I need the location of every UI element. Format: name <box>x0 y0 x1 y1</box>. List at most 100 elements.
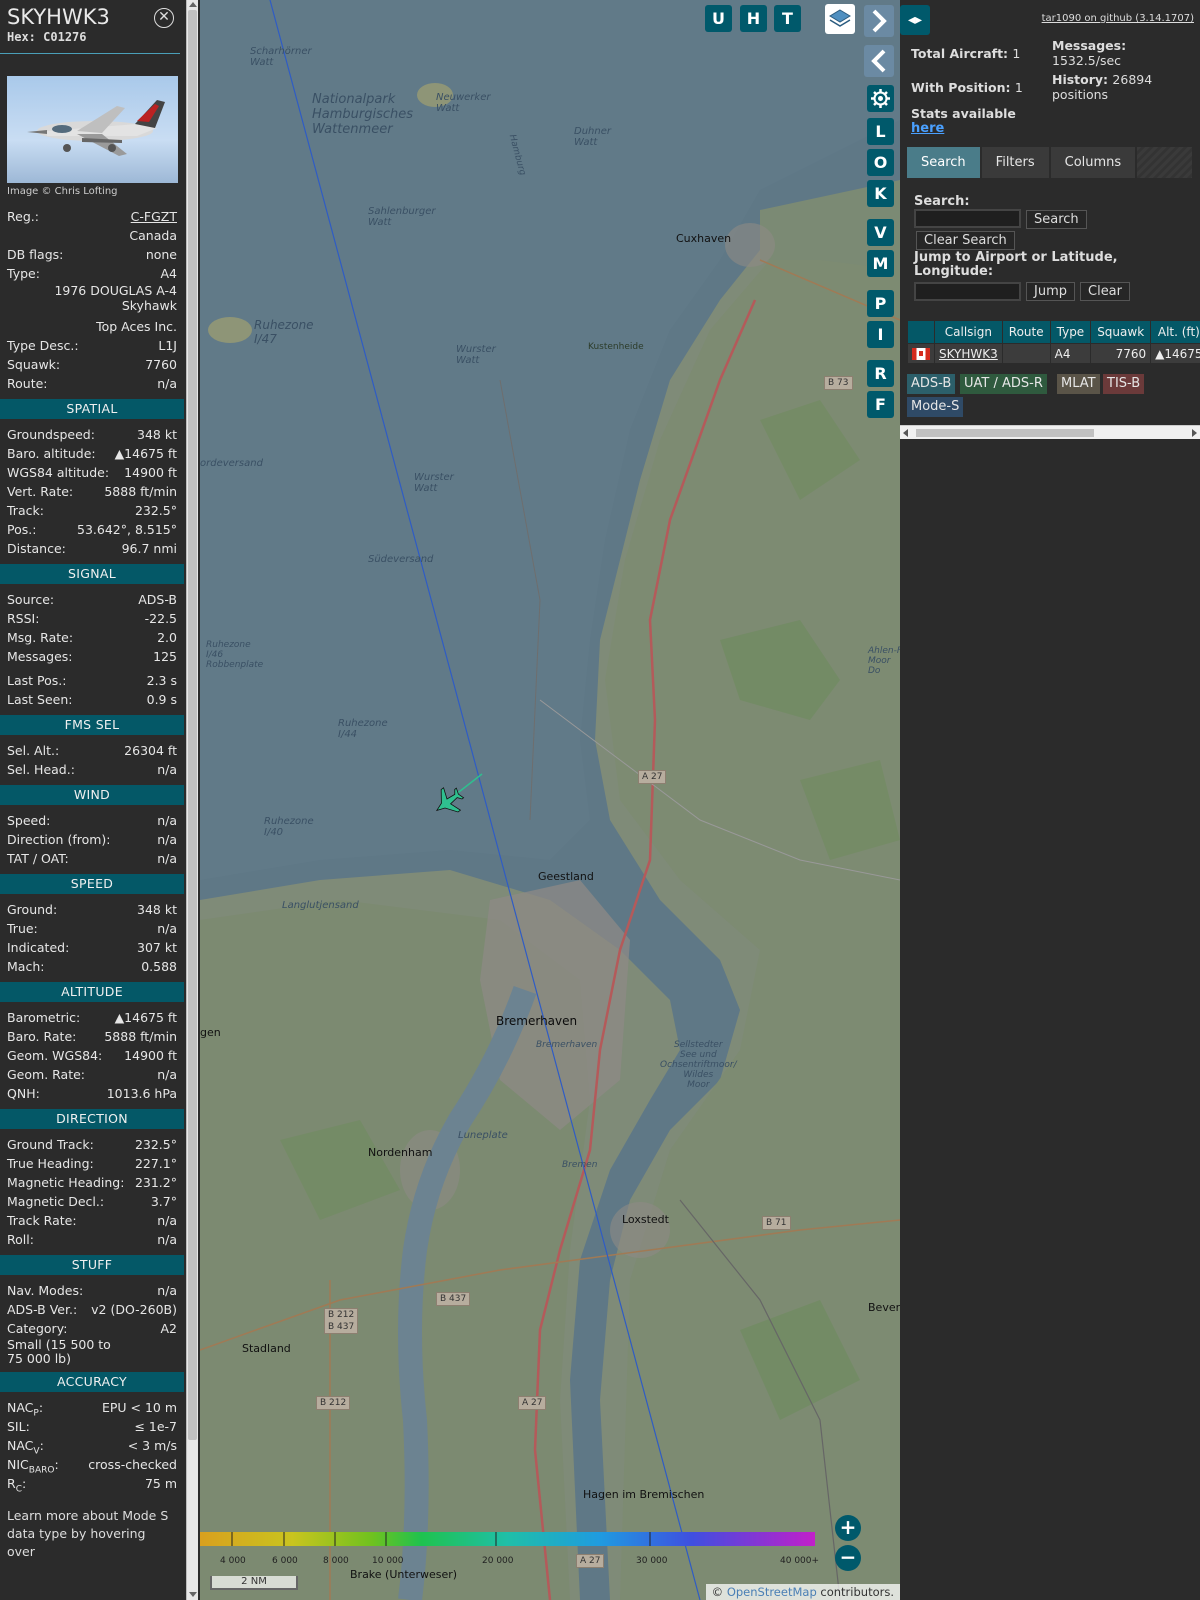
clear-search-button[interactable]: Clear Search <box>916 231 1015 250</box>
table-row[interactable]: SKYHWK3 A4 7760 ▲14675 <box>908 344 1200 363</box>
expand-collapse-icon[interactable]: ◂▸ <box>900 5 930 35</box>
info-label: Magnetic Heading: <box>7 1175 125 1190</box>
info-row: TAT / OAT: n/a <box>0 849 184 868</box>
map-label: Scharhörner Watt <box>250 46 312 68</box>
zoom-in-button[interactable]: + <box>835 1515 861 1541</box>
button-m[interactable]: M <box>867 250 894 277</box>
info-value: v2 (DO-260B) <box>91 1302 177 1317</box>
row-callsign[interactable]: SKYHWK3 <box>935 344 1002 363</box>
layers-icon[interactable] <box>825 4 855 34</box>
button-l[interactable]: L <box>867 118 894 145</box>
info-label: Speed: <box>7 813 51 828</box>
aircraft-photo[interactable] <box>7 76 178 183</box>
registration-link[interactable]: C-FGZT <box>131 207 177 226</box>
column-header-route[interactable]: Route <box>1002 321 1050 343</box>
info-value: Canada <box>129 228 177 243</box>
info-label: Pos.: <box>7 522 37 537</box>
info-value: n/a <box>157 851 177 866</box>
info-row: QNH: 1013.6 hPa <box>0 1084 184 1103</box>
column-header-flag[interactable] <box>908 321 934 343</box>
map-label: Sellstedter See und Ochsentriftmoor/ Wil… <box>660 1040 737 1090</box>
sidebar-tabs: Search Filters Columns <box>907 147 1192 178</box>
info-label: Direction (from): <box>7 832 111 847</box>
scroll-right-icon[interactable] <box>1192 429 1197 437</box>
button-o[interactable]: O <box>867 149 894 176</box>
scrollbar-thumb[interactable] <box>188 10 197 1440</box>
button-t[interactable]: T <box>774 5 801 32</box>
legend-tisb: TIS-B <box>1103 374 1145 394</box>
info-label: ADS-B Ver.: <box>7 1302 78 1317</box>
info-panel-scrollbar[interactable] <box>186 0 198 1600</box>
chevron-right-icon[interactable] <box>864 5 894 37</box>
road-sign: A 27 <box>576 1554 605 1568</box>
map-label: Ahlen-F Moor Do <box>868 646 900 676</box>
search-input[interactable] <box>914 209 1021 228</box>
button-i[interactable]: I <box>867 321 894 348</box>
settings-gear-icon[interactable] <box>867 85 894 112</box>
info-row: Speed: n/a <box>0 811 184 830</box>
tab-search[interactable]: Search <box>907 147 982 178</box>
github-link[interactable]: tar1090 on github (3.14.1707) <box>1042 13 1194 24</box>
info-label: QNH: <box>7 1086 40 1101</box>
column-header-callsign[interactable]: Callsign <box>935 321 1002 343</box>
info-label: Nav. Modes: <box>7 1283 84 1298</box>
button-u[interactable]: U <box>705 5 732 32</box>
info-label: True: <box>7 921 38 936</box>
button-f[interactable]: F <box>867 391 894 418</box>
map-view[interactable]: Scharhörner Watt Nationalpark Hamburgisc… <box>200 0 900 1600</box>
info-value: n/a <box>157 1213 177 1228</box>
info-value: none <box>145 247 177 262</box>
selected-aircraft-header: SKYHWK3 Hex: C01276 ✕ <box>0 0 180 54</box>
road-sign: B 71 <box>762 1216 791 1230</box>
column-header-altitude[interactable]: Alt. (ft) <box>1151 321 1200 343</box>
section-header: SPEED <box>0 874 184 894</box>
info-row: True Heading: 227.1° <box>0 1154 184 1173</box>
selected-callsign: SKYHWK3 <box>7 5 110 29</box>
scroll-up-icon[interactable] <box>189 2 197 7</box>
stats-link[interactable]: here <box>911 121 944 136</box>
altitude-legend-label: 6 000 <box>272 1556 298 1566</box>
scrollbar-thumb[interactable] <box>916 429 1094 437</box>
scroll-left-icon[interactable] <box>903 429 908 437</box>
info-label: NACP: <box>7 1400 44 1419</box>
jump-input[interactable] <box>914 282 1021 301</box>
search-button[interactable]: Search <box>1026 210 1087 229</box>
info-row: Distance: 96.7 nmi <box>0 539 184 558</box>
button-v[interactable]: V <box>867 219 894 246</box>
column-header-type[interactable]: Type <box>1050 321 1091 343</box>
altitude-legend-label: 10 000 <box>372 1556 404 1566</box>
close-icon[interactable]: ✕ <box>154 8 174 28</box>
button-h[interactable]: H <box>740 5 767 32</box>
zoom-out-button[interactable]: − <box>835 1545 861 1571</box>
column-header-squawk[interactable]: Squawk <box>1091 321 1151 343</box>
aircraft-icon[interactable] <box>426 770 496 830</box>
table-horizontal-scrollbar[interactable] <box>900 425 1200 439</box>
map-base-layer <box>200 0 900 1600</box>
info-value: n/a <box>157 376 177 391</box>
info-value: n/a <box>157 1283 177 1298</box>
scroll-down-icon[interactable] <box>189 1592 197 1597</box>
town-label: Loxstedt <box>622 1213 669 1226</box>
chevron-left-icon[interactable] <box>864 45 894 77</box>
info-value: 1976 DOUGLAS A-4 Skyhawk <box>54 283 177 313</box>
map-label: Luneplate <box>458 1130 508 1141</box>
section-header: STUFF <box>0 1255 184 1275</box>
info-row: Reg.: C-FGZT <box>0 207 184 226</box>
button-p[interactable]: P <box>867 290 894 317</box>
info-row: Last Pos.: 2.3 s <box>0 671 184 690</box>
town-label: Nordenham <box>368 1146 433 1159</box>
total-aircraft: Total Aircraft: 1 <box>911 46 1021 61</box>
info-row: Source: ADS-B <box>0 590 184 609</box>
info-label: Roll: <box>7 1232 34 1247</box>
jump-button[interactable]: Jump <box>1026 282 1075 301</box>
tab-columns[interactable]: Columns <box>1051 147 1138 178</box>
row-type: A4 <box>1050 344 1091 363</box>
button-k[interactable]: K <box>867 180 894 207</box>
tab-filters[interactable]: Filters <box>982 147 1051 178</box>
road-sign: B 437 <box>436 1292 471 1306</box>
info-label: Last Seen: <box>7 692 73 707</box>
button-r[interactable]: R <box>867 360 894 387</box>
info-value: ▲14675 ft <box>114 446 177 461</box>
clear-button[interactable]: Clear <box>1080 282 1130 301</box>
osm-link[interactable]: OpenStreetMap <box>727 1585 817 1599</box>
